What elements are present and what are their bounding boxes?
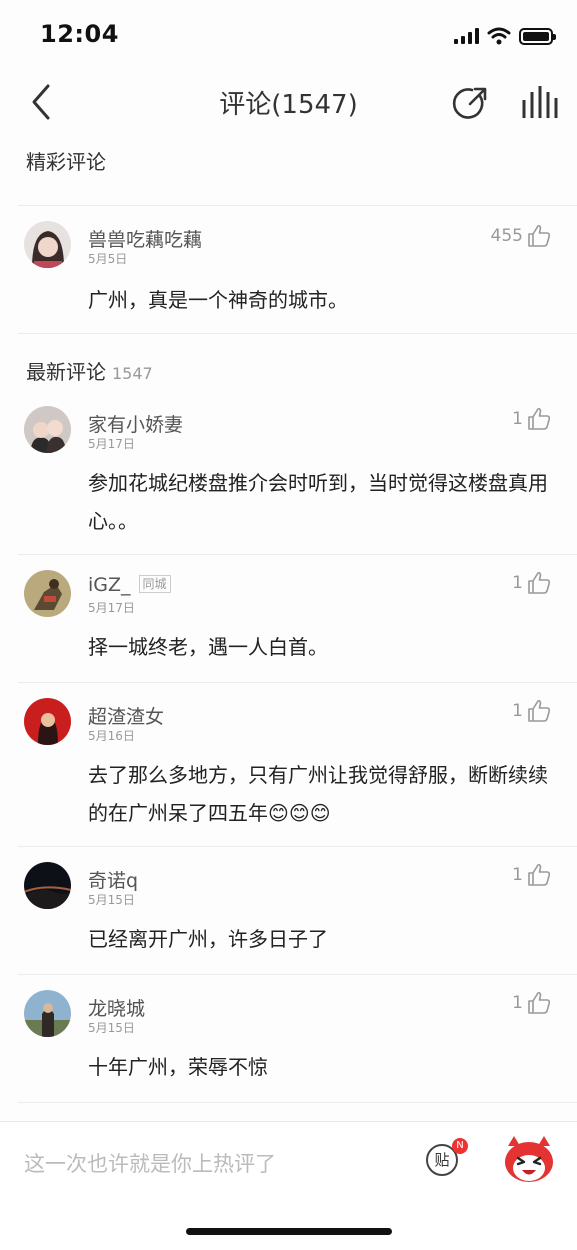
city-tag: 同城 xyxy=(138,575,171,593)
like-button[interactable]: 1 xyxy=(512,863,551,887)
thumbs-up-icon xyxy=(528,224,551,247)
wifi-icon xyxy=(487,27,511,45)
featured-comment: 兽兽吃藕吃藕 5月5日 455 广州，真是一个神奇的城市。 xyxy=(0,205,577,333)
comment-item: 超渣渣女 5月16日 1 去了那么多地方，只有广州让我觉得舒服，断断续续的在广州… xyxy=(0,682,577,846)
user-name[interactable]: 奇诺q xyxy=(88,866,138,893)
thumbs-up-icon xyxy=(528,699,551,722)
like-button[interactable]: 455 xyxy=(491,224,551,248)
status-time: 12:04 xyxy=(40,20,119,48)
divider xyxy=(18,333,577,334)
comment-date: 5月17日 xyxy=(88,601,135,615)
comment-date: 5月17日 xyxy=(88,437,135,451)
comment-text: 广州，真是一个神奇的城市。 xyxy=(88,288,348,312)
latest-section-title: 最新评论 1547 xyxy=(26,356,153,385)
avatar[interactable] xyxy=(24,862,71,909)
user-name[interactable]: 龙晓城 xyxy=(88,994,145,1021)
comment-date: 5月16日 xyxy=(88,729,135,743)
comment-input[interactable]: 这一次也许就是你上热评了 xyxy=(24,1148,276,1178)
comment-date: 5月5日 xyxy=(88,252,128,266)
thumbs-up-icon xyxy=(528,407,551,430)
home-indicator xyxy=(186,1228,392,1235)
like-count: 1 xyxy=(512,701,523,721)
page-title: 评论(1547) xyxy=(219,90,358,120)
comment-item: 龙晓城 5月15日 1 十年广州，荣辱不惊 xyxy=(0,974,577,1102)
like-count: 1 xyxy=(512,993,523,1013)
like-count: 1 xyxy=(512,865,523,885)
latest-section-label: 最新评论 xyxy=(26,360,106,384)
comment-text: 参加花城纪楼盘推介会时听到，当时觉得这楼盘真用心。。 xyxy=(88,471,548,533)
avatar[interactable] xyxy=(24,990,71,1037)
user-name-text: iGZ_ xyxy=(88,574,131,596)
like-count: 455 xyxy=(490,226,523,246)
avatar[interactable] xyxy=(24,221,71,268)
signal-icon xyxy=(454,28,479,44)
user-name[interactable]: 家有小娇妻 xyxy=(88,410,183,437)
thumbs-up-icon xyxy=(528,991,551,1014)
status-bar: 12:04 xyxy=(0,0,577,70)
user-name[interactable]: 兽兽吃藕吃藕 xyxy=(88,225,202,252)
stats-icon[interactable] xyxy=(518,82,562,122)
comment-text: 已经离开广州，许多日子了 xyxy=(88,927,328,951)
thumbs-up-icon xyxy=(528,571,551,594)
status-icons xyxy=(454,24,556,48)
like-count: 1 xyxy=(512,409,523,429)
comment-item: iGZ_ 同城 5月17日 1 择一城终老，遇一人白首。 xyxy=(0,554,577,682)
user-name[interactable]: iGZ_ 同城 xyxy=(88,574,171,596)
comment-item: 家有小娇妻 5月17日 1 参加花城纪楼盘推介会时听到，当时觉得这楼盘真用心。。 xyxy=(0,390,577,554)
comment-item: 奇诺q 5月15日 1 已经离开广州，许多日子了 xyxy=(0,846,577,974)
avatar[interactable] xyxy=(24,406,71,453)
share-icon[interactable] xyxy=(450,84,490,124)
like-count: 1 xyxy=(512,573,523,593)
comment-text: 去了那么多地方，只有广州让我觉得舒服，断断续续的在广州呆了四五年😊😊😊 xyxy=(88,763,548,825)
comment-count: 1547 xyxy=(112,364,153,383)
comment-text: 十年广州，荣辱不惊 xyxy=(88,1055,268,1079)
like-button[interactable]: 1 xyxy=(512,991,551,1015)
comment-date: 5月15日 xyxy=(88,893,135,907)
like-button[interactable]: 1 xyxy=(512,407,551,431)
divider xyxy=(18,1102,577,1103)
comment-date: 5月15日 xyxy=(88,1021,135,1035)
avatar[interactable] xyxy=(24,570,71,617)
mascot-icon[interactable] xyxy=(500,1132,558,1186)
like-button[interactable]: 1 xyxy=(512,571,551,595)
like-button[interactable]: 1 xyxy=(512,699,551,723)
avatar[interactable] xyxy=(24,698,71,745)
user-name[interactable]: 超渣渣女 xyxy=(88,702,164,729)
comment-text: 择一城终老，遇一人白首。 xyxy=(88,635,328,659)
featured-section-title: 精彩评论 xyxy=(26,150,106,174)
thumbs-up-icon xyxy=(528,863,551,886)
nav-bar: 评论(1547) xyxy=(0,70,577,134)
post-button[interactable]: 贴 N xyxy=(424,1138,468,1180)
new-badge: N xyxy=(452,1138,468,1154)
battery-icon xyxy=(519,27,556,45)
